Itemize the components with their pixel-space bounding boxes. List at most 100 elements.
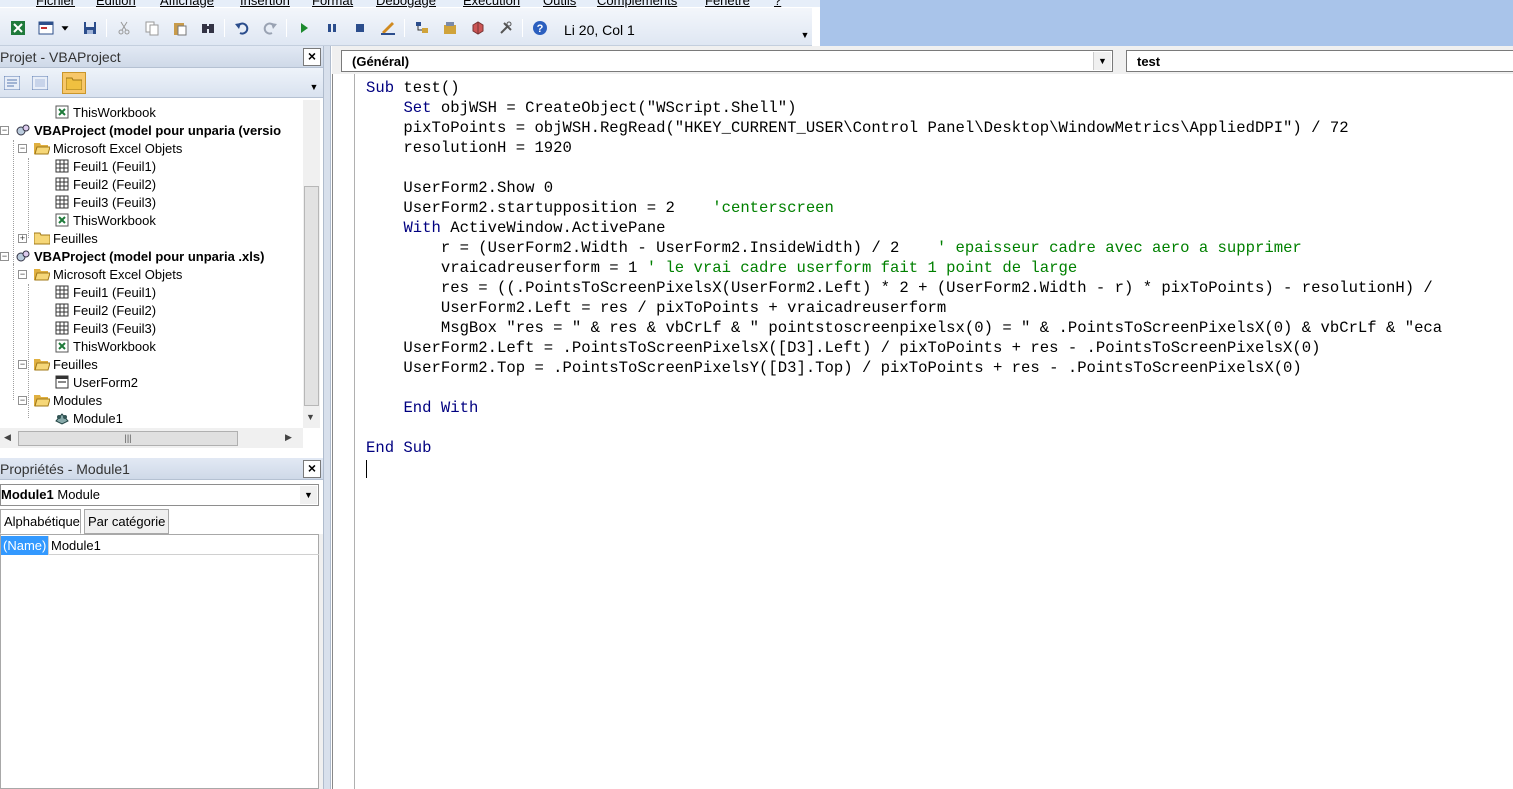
design-mode-icon[interactable]	[378, 18, 398, 38]
menu-edition[interactable]: Edition	[96, 0, 136, 8]
menu-fenetre[interactable]: Fenêtre	[705, 0, 750, 8]
reset-icon[interactable]	[350, 18, 370, 38]
tree-item-thisworkbook[interactable]: ThisWorkbook	[54, 211, 156, 229]
properties-icon[interactable]	[440, 18, 460, 38]
pane-splitter[interactable]	[323, 46, 331, 789]
cut-icon[interactable]	[114, 18, 134, 38]
property-row[interactable]: (Name) Module1	[1, 536, 319, 555]
undo-icon[interactable]	[232, 18, 252, 38]
code-line[interactable]: UserForm2.Left = res / pixToPoints + vra…	[366, 298, 946, 318]
code-line[interactable]: UserForm2.startupposition = 2 'centerscr…	[366, 198, 833, 218]
menu-format[interactable]: Format	[312, 0, 353, 8]
toolbar-separator	[522, 19, 523, 37]
menu-execution[interactable]: Exécution	[463, 0, 520, 8]
tab-alphabetique[interactable]: Alphabétique	[0, 509, 81, 534]
code-line[interactable]: UserForm2.Left = .PointsToScreenPixelsX(…	[366, 338, 1320, 358]
code-line[interactable]: Sub test()	[366, 78, 460, 98]
code-line[interactable]: res = ((.PointsToScreenPixelsX(UserForm2…	[366, 278, 1442, 298]
tree-item-userform2[interactable]: UserForm2	[54, 373, 138, 391]
toolbar-options-icon[interactable]: ▼	[798, 30, 812, 46]
code-text: MsgBox "res = " & res & vbCrLf & " point…	[366, 319, 1443, 337]
tree-item-feuilles-1[interactable]: Feuilles	[34, 229, 98, 247]
menu-outils[interactable]: Outils	[543, 0, 576, 8]
run-icon[interactable]	[294, 18, 314, 38]
code-line[interactable]: r = (UserForm2.Width - UserForm2.InsideW…	[366, 238, 1302, 258]
menu-insertion[interactable]: Insertion	[240, 0, 290, 8]
find-icon[interactable]	[198, 18, 218, 38]
tree-item-thisworkbook[interactable]: ThisWorkbook	[54, 337, 156, 355]
code-line[interactable]: UserForm2.Show 0	[366, 178, 553, 198]
code-line[interactable]: UserForm2.Top = .PointsToScreenPixelsY([…	[366, 358, 1301, 378]
copy-icon[interactable]	[142, 18, 162, 38]
procedure-combo[interactable]: test	[1126, 50, 1513, 72]
project-tree-vertical-scrollbar[interactable]: ▼	[303, 100, 320, 428]
tree-item-feuil1[interactable]: Feuil1 (Feuil1)	[54, 157, 156, 175]
menu-debogage[interactable]: Débogage	[376, 0, 436, 8]
toggle-folders-icon[interactable]	[62, 72, 86, 94]
tree-item-excel-objects-2[interactable]: Microsoft Excel Objets	[34, 265, 182, 283]
close-icon[interactable]: ×	[303, 48, 321, 66]
tree-item-feuilles-2[interactable]: Feuilles	[34, 355, 98, 373]
object-browser-icon[interactable]	[468, 18, 488, 38]
chevron-down-icon[interactable]: ▼	[1093, 52, 1111, 70]
save-icon[interactable]	[80, 18, 100, 38]
tab-par-categorie[interactable]: Par catégorie	[84, 509, 169, 534]
scroll-left-icon[interactable]: ◀	[4, 432, 11, 443]
collapse-icon[interactable]: −	[18, 396, 27, 405]
menu-help[interactable]: ?	[774, 0, 781, 8]
tree-item-vbaproject-2[interactable]: VBAProject (model pour unparia .xls)	[15, 247, 264, 265]
tree-item-vbaproject-1[interactable]: VBAProject (model pour unparia (versio	[15, 121, 281, 139]
menu-fichier[interactable]: Fichier	[36, 0, 75, 8]
tree-item-modules[interactable]: Modules	[34, 391, 102, 409]
code-line[interactable]: End With	[366, 398, 478, 418]
insert-userform-icon[interactable]	[36, 18, 56, 38]
code-margin-indicator-bar[interactable]	[333, 74, 355, 789]
scrollbar-thumb[interactable]: |||	[18, 431, 238, 446]
code-line[interactable]: pixToPoints = objWSH.RegRead("HKEY_CURRE…	[366, 118, 1348, 138]
code-line[interactable]: MsgBox "res = " & res & vbCrLf & " point…	[366, 318, 1442, 338]
view-object-icon[interactable]	[28, 72, 52, 94]
tree-item-feuil2[interactable]: Feuil2 (Feuil2)	[54, 175, 156, 193]
excel-icon[interactable]	[8, 18, 28, 38]
project-tree-horizontal-scrollbar[interactable]: ◀ ||| ▶	[0, 428, 303, 448]
toolbox-icon[interactable]	[496, 18, 516, 38]
code-line[interactable]: vraicadreuserform = 1 ' le vrai cadre us…	[366, 258, 1077, 278]
menu-complements[interactable]: Compléments	[597, 0, 677, 8]
properties-object-select[interactable]: Module1 Module ▼	[0, 484, 319, 506]
paste-icon[interactable]	[170, 18, 190, 38]
close-icon[interactable]: ×	[303, 460, 321, 478]
tree-item-feuil2[interactable]: Feuil2 (Feuil2)	[54, 301, 156, 319]
collapse-icon[interactable]: −	[0, 126, 9, 135]
collapse-icon[interactable]: −	[18, 360, 27, 369]
property-value[interactable]: Module1	[51, 538, 101, 553]
redo-icon[interactable]	[260, 18, 280, 38]
collapse-icon[interactable]: −	[0, 252, 9, 261]
chevron-down-icon[interactable]	[58, 18, 72, 38]
expand-icon[interactable]: +	[18, 234, 27, 243]
code-editor[interactable]: Sub test() Set objWSH = CreateObject("WS…	[332, 74, 1513, 789]
tree-item-feuil1[interactable]: Feuil1 (Feuil1)	[54, 283, 156, 301]
view-code-icon[interactable]	[0, 72, 24, 94]
object-combo[interactable]: (Général) ▼	[341, 50, 1113, 72]
tree-item-feuil3[interactable]: Feuil3 (Feuil3)	[54, 193, 156, 211]
scroll-right-icon[interactable]: ▶	[285, 432, 292, 443]
project-explorer-icon[interactable]	[412, 18, 432, 38]
tree-item-module1[interactable]: Module1	[54, 409, 123, 427]
code-line[interactable]: With ActiveWindow.ActivePane	[366, 218, 665, 238]
collapse-icon[interactable]: −	[18, 270, 27, 279]
menu-affichage[interactable]: Affichage	[160, 0, 214, 8]
chevron-down-icon[interactable]: ▼	[307, 82, 321, 96]
code-line[interactable]: Set objWSH = CreateObject("WScript.Shell…	[366, 98, 796, 118]
tree-item-thisworkbook[interactable]: ThisWorkbook	[54, 103, 156, 121]
break-icon[interactable]	[322, 18, 342, 38]
project-pane-title: Projet - VBAProject	[0, 49, 121, 65]
code-line[interactable]: End Sub	[366, 438, 432, 458]
tree-item-excel-objects-1[interactable]: Microsoft Excel Objets	[34, 139, 182, 157]
tree-item-feuil3[interactable]: Feuil3 (Feuil3)	[54, 319, 156, 337]
code-line[interactable]: resolutionH = 1920	[366, 138, 571, 158]
chevron-down-icon[interactable]: ▼	[300, 486, 317, 504]
scrollbar-thumb[interactable]	[304, 186, 319, 406]
collapse-icon[interactable]: −	[18, 144, 27, 153]
scroll-down-icon[interactable]: ▼	[306, 412, 315, 422]
help-icon[interactable]: ?	[530, 18, 550, 38]
